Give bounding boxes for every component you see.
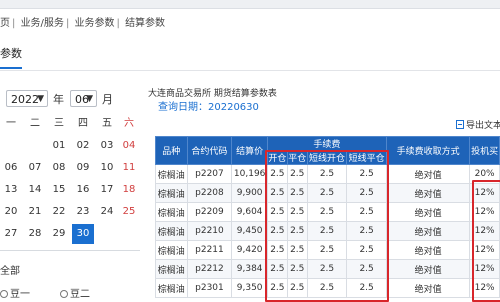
weekday-header: 三 bbox=[54, 118, 64, 129]
table-cell: 棕榈油 bbox=[155, 202, 188, 222]
table-cell: 10,196 bbox=[231, 164, 268, 184]
table-cell: p2212 bbox=[186, 259, 233, 279]
table-cell: p2208 bbox=[186, 183, 233, 203]
header-variety: 品种 bbox=[155, 136, 188, 165]
table-cell: 绝对值 bbox=[385, 202, 471, 222]
highlight-box-margin bbox=[472, 180, 500, 302]
calendar-day[interactable]: 24 bbox=[96, 202, 118, 222]
table-cell: 棕榈油 bbox=[155, 183, 188, 203]
export-label: 导出文本 bbox=[466, 121, 500, 131]
header-fee-method: 手续费收取方式 bbox=[385, 136, 471, 165]
month-unit-label: 月 bbox=[102, 93, 113, 106]
calendar-day[interactable]: 22 bbox=[48, 202, 70, 222]
table-cell: 绝对值 bbox=[385, 278, 471, 298]
chevron-down-icon: ▼ bbox=[37, 94, 44, 104]
weekday-header: 二 bbox=[30, 118, 40, 129]
highlight-box-fees bbox=[265, 150, 389, 302]
calendar-day[interactable]: 03 bbox=[96, 136, 118, 156]
table-cell: 绝对值 bbox=[385, 221, 471, 241]
table-cell: 绝对值 bbox=[385, 164, 471, 184]
weekday-header: 六 bbox=[124, 118, 134, 129]
calendar-day[interactable]: 11 bbox=[118, 158, 140, 178]
calendar-day[interactable]: 20 bbox=[0, 202, 22, 222]
calendar-day[interactable]: 10 bbox=[96, 158, 118, 178]
tab-bar: 参数 bbox=[0, 36, 500, 71]
weekday-header: 五 bbox=[102, 118, 112, 129]
calendar-day[interactable]: 16 bbox=[72, 180, 94, 200]
table-cell: 9,604 bbox=[231, 202, 268, 222]
export-icon bbox=[456, 120, 464, 129]
calendar-day[interactable]: 29 bbox=[48, 224, 70, 244]
calendar-day[interactable]: 01 bbox=[48, 136, 70, 156]
breadcrumb-separator: | bbox=[65, 18, 70, 29]
tab-params[interactable]: 参数 bbox=[0, 45, 22, 69]
filter-all[interactable]: 全部 bbox=[0, 262, 20, 277]
table-cell: 9,900 bbox=[231, 183, 268, 203]
table-cell: p2301 bbox=[186, 278, 233, 298]
table-cell: 棕榈油 bbox=[155, 240, 188, 260]
breadcrumb-item-business[interactable]: 业务/服务 bbox=[21, 18, 64, 29]
table-cell: 9,350 bbox=[231, 278, 268, 298]
calendar-day[interactable]: 04 bbox=[118, 136, 140, 156]
breadcrumb-item-home[interactable]: 页 bbox=[0, 18, 10, 29]
table-cell: 棕榈油 bbox=[155, 164, 188, 184]
breadcrumb: 页 | 业务/服务 | 业务参数 | 结算参数 bbox=[0, 14, 167, 29]
breadcrumb-separator: | bbox=[12, 18, 16, 29]
table-cell: p2209 bbox=[186, 202, 233, 222]
calendar-day[interactable]: 28 bbox=[24, 224, 46, 244]
breadcrumb-item-params[interactable]: 业务参数 bbox=[75, 18, 115, 29]
export-button[interactable]: 导出文本 bbox=[456, 118, 500, 131]
breadcrumb-item-settlement[interactable]: 结算参数 bbox=[125, 18, 165, 29]
calendar-day[interactable]: 17 bbox=[96, 180, 118, 200]
calendar-day[interactable]: 08 bbox=[48, 158, 70, 178]
filter-option-2-label: 豆二 bbox=[70, 289, 90, 300]
calendar-day[interactable]: 14 bbox=[24, 180, 46, 200]
breadcrumb-separator: | bbox=[116, 18, 120, 29]
calendar-day[interactable]: 15 bbox=[48, 180, 70, 200]
calendar-day[interactable]: 21 bbox=[24, 202, 46, 222]
year-select-value: 2022 bbox=[11, 93, 39, 106]
calendar-day[interactable]: 02 bbox=[72, 136, 94, 156]
top-bar bbox=[0, 0, 500, 9]
table-cell: p2210 bbox=[186, 221, 233, 241]
table-cell: 绝对值 bbox=[385, 183, 471, 203]
header-fee-group: 手续费 bbox=[266, 136, 387, 151]
table-cell: 9,384 bbox=[231, 259, 268, 279]
filter-option-1-label: 豆一 bbox=[10, 289, 30, 300]
calendar-day[interactable]: 07 bbox=[24, 158, 46, 178]
calendar-day[interactable]: 06 bbox=[0, 158, 22, 178]
weekday-header: 四 bbox=[78, 118, 88, 129]
chevron-down-icon: ▼ bbox=[86, 94, 93, 104]
header-contract: 合约代码 bbox=[186, 136, 233, 165]
radio-icon bbox=[60, 290, 68, 298]
calendar-divider bbox=[0, 250, 140, 251]
weekday-header: 一 bbox=[6, 118, 16, 129]
table-cell: 棕榈油 bbox=[155, 259, 188, 279]
year-unit-label: 年 bbox=[53, 93, 64, 106]
calendar-day[interactable]: 27 bbox=[0, 224, 22, 244]
table-cell: 棕榈油 bbox=[155, 278, 188, 298]
header-settle-price: 结算价 bbox=[231, 136, 268, 165]
calendar-day[interactable]: 13 bbox=[0, 180, 22, 200]
calendar-day[interactable]: 09 bbox=[72, 158, 94, 178]
header-spec-buy: 投机买 bbox=[469, 136, 500, 165]
table-cell: 绝对值 bbox=[385, 259, 471, 279]
filter-option-2[interactable]: 豆二 bbox=[60, 285, 90, 300]
year-select[interactable]: 2022 ▼ bbox=[6, 90, 48, 107]
calendar-day-selected[interactable]: 30 bbox=[72, 224, 94, 244]
calendar-day[interactable]: 23 bbox=[72, 202, 94, 222]
radio-icon bbox=[0, 290, 8, 298]
month-select[interactable]: 06 ▼ bbox=[70, 90, 97, 107]
filter-option-1[interactable]: 豆一 bbox=[0, 285, 30, 300]
query-date: 查询日期：20220630 bbox=[158, 102, 259, 113]
table-cell: p2211 bbox=[186, 240, 233, 260]
table-cell: 绝对值 bbox=[385, 240, 471, 260]
table-cell: 9,420 bbox=[231, 240, 268, 260]
calendar-day[interactable]: 25 bbox=[118, 202, 140, 222]
table-cell: 棕榈油 bbox=[155, 221, 188, 241]
calendar-day[interactable]: 18 bbox=[118, 180, 140, 200]
table-cell: 9,450 bbox=[231, 221, 268, 241]
table-cell: p2207 bbox=[186, 164, 233, 184]
